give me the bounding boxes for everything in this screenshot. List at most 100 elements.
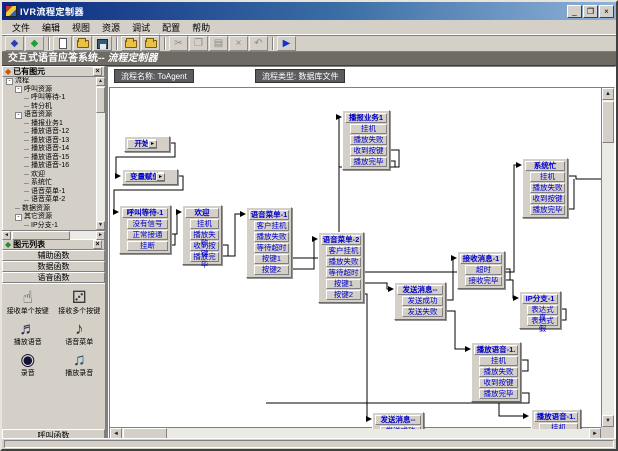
- tree-item-11[interactable]: 欢迎: [3, 171, 105, 180]
- scroll-down-icon[interactable]: ▼: [602, 415, 614, 427]
- node-port[interactable]: 挂机: [530, 172, 565, 182]
- scroll-left-icon[interactable]: ◄: [2, 231, 11, 240]
- node-arrow-button[interactable]: ▸: [156, 173, 165, 181]
- node-port[interactable]: 等待超时: [254, 243, 289, 253]
- play-record-item[interactable]: ♫播放录音: [54, 350, 106, 378]
- node-port[interactable]: 发送成功: [380, 426, 421, 429]
- node-port[interactable]: 播放失败: [326, 257, 361, 267]
- node-port[interactable]: 挂机: [350, 124, 387, 134]
- flow-node-broadcast-1[interactable]: 播报业务1挂机播放失败收到按键播放完毕: [342, 110, 390, 170]
- node-port[interactable]: 超时: [465, 265, 502, 275]
- scroll-down-icon[interactable]: ▼: [96, 221, 105, 230]
- tree-horizontal-scrollbar[interactable]: ◄ ►: [2, 230, 105, 239]
- scroll-thumb[interactable]: [602, 101, 614, 143]
- expander-icon[interactable]: -: [15, 86, 22, 93]
- node-port[interactable]: 收到按键: [190, 241, 219, 251]
- flow-node-voice-menu-1[interactable]: 语音菜单-1客户挂机播放失败等待超时按键1按键2: [246, 207, 292, 278]
- tree-item-7[interactable]: 播放语音-13: [3, 137, 105, 146]
- node-port[interactable]: 播放失败: [530, 183, 565, 193]
- tree-item-0[interactable]: -流程: [3, 77, 105, 86]
- tree-item-9[interactable]: 播放语音-15: [3, 154, 105, 163]
- close-icon[interactable]: ×: [93, 67, 102, 76]
- back-icon[interactable]: ◆: [5, 36, 24, 51]
- menu-item-debug[interactable]: 调试: [126, 20, 156, 35]
- flow-node-play-voice-1[interactable]: 播放语音-1.挂机播放失败收到按键播放完毕: [471, 342, 521, 402]
- node-port[interactable]: 正常接通: [127, 230, 168, 240]
- node-port[interactable]: 挂机: [479, 356, 518, 366]
- flow-node-recv-msg-1[interactable]: 接收消息-1超时接收完毕: [457, 251, 505, 289]
- node-port[interactable]: 播放完毕: [350, 157, 387, 167]
- menu-item-help[interactable]: 帮助: [186, 20, 216, 35]
- tree-item-3[interactable]: 转分机: [3, 103, 105, 112]
- menu-item-edit[interactable]: 编辑: [36, 20, 66, 35]
- node-port[interactable]: 按键2: [254, 265, 289, 275]
- open-file-icon[interactable]: [73, 36, 92, 51]
- node-port[interactable]: 播放完毕: [190, 252, 219, 262]
- receive-multi-key-item[interactable]: ⚂接收多个按键: [54, 288, 106, 316]
- scroll-up-icon[interactable]: ▲: [602, 88, 614, 100]
- node-port[interactable]: 没有信号: [127, 219, 168, 229]
- flow-node-voice-menu-2[interactable]: 语音菜单-2客户挂机播放失败等待超时按键1按键2: [318, 232, 364, 303]
- menu-item-resource[interactable]: 资源: [96, 20, 126, 35]
- tree-item-10[interactable]: 播放语音-16: [3, 162, 105, 171]
- tree-item-5[interactable]: 播报业务1: [3, 120, 105, 129]
- export-flow-icon[interactable]: ↓: [141, 36, 160, 51]
- tree-item-1[interactable]: -呼叫资源: [3, 86, 105, 95]
- node-port[interactable]: 发送失败: [402, 307, 443, 317]
- scroll-right-icon[interactable]: ►: [96, 231, 105, 240]
- expander-icon[interactable]: -: [15, 112, 22, 119]
- voice-menu-item[interactable]: ♪语音菜单: [54, 319, 106, 347]
- flow-node-call-wait-1[interactable]: 呼叫等待-1没有信号正常接通挂断: [119, 205, 171, 254]
- menu-item-view[interactable]: 视图: [66, 20, 96, 35]
- node-port[interactable]: 挂机: [539, 423, 578, 429]
- tree-item-6[interactable]: 播放语音-12: [3, 128, 105, 137]
- forward-icon[interactable]: ◆: [25, 36, 44, 51]
- node-port[interactable]: 客户挂机: [254, 221, 289, 231]
- flow-node-system-busy[interactable]: 系统忙挂机播放失败收到按键播放完毕: [522, 158, 568, 218]
- scroll-thumb[interactable]: [96, 87, 105, 113]
- record-item[interactable]: ◉录音: [2, 350, 54, 378]
- node-port[interactable]: 挂机: [190, 219, 219, 229]
- flow-node-welcome[interactable]: 欢迎挂机播放失败收到按键播放完毕: [182, 205, 222, 265]
- run-icon[interactable]: ▶: [277, 36, 296, 51]
- tree-item-12[interactable]: 系统忙: [3, 179, 105, 188]
- tree-item-8[interactable]: 播放语音-14: [3, 145, 105, 154]
- node-port[interactable]: 收到按键: [350, 146, 387, 156]
- tree-item-15[interactable]: 数据资源: [3, 205, 105, 214]
- node-port[interactable]: 接收完毕: [465, 276, 502, 286]
- node-port[interactable]: 表达式真: [527, 305, 558, 315]
- scroll-up-icon[interactable]: ▲: [96, 77, 105, 86]
- minimize-icon[interactable]: _: [567, 5, 582, 18]
- node-port[interactable]: 发送成功: [402, 296, 443, 306]
- node-port[interactable]: 播放完毕: [530, 205, 565, 215]
- group-button-1[interactable]: 数据函数: [2, 261, 105, 272]
- canvas-vertical-scrollbar[interactable]: ▲ ▼: [601, 88, 614, 427]
- scroll-thumb[interactable]: [12, 231, 70, 240]
- node-port[interactable]: 按键1: [254, 254, 289, 264]
- receive-single-key-item[interactable]: ☝接收单个按键: [2, 288, 54, 316]
- node-port[interactable]: 播放完毕: [479, 389, 518, 399]
- node-port[interactable]: 按键2: [326, 290, 361, 300]
- tree-item-13[interactable]: 语音菜单-1: [3, 188, 105, 197]
- tree-vertical-scrollbar[interactable]: ▲ ▼: [96, 77, 105, 230]
- tree-item-14[interactable]: 语音菜单-2: [3, 196, 105, 205]
- node-port[interactable]: 播放失败: [350, 135, 387, 145]
- new-file-icon[interactable]: [53, 36, 72, 51]
- flow-node-start[interactable]: 开始▸: [124, 136, 170, 152]
- flow-node-assign-var[interactable]: 变量赋值▸: [122, 169, 178, 185]
- group-button-0[interactable]: 辅助函数: [2, 250, 105, 261]
- play-voice-item[interactable]: ♬播放语音: [2, 319, 54, 347]
- tree-item-17[interactable]: IP分支-1: [3, 222, 105, 231]
- tree-item-2[interactable]: 呼叫等待-1: [3, 94, 105, 103]
- expander-icon[interactable]: -: [6, 78, 13, 85]
- flow-node-send-msg-2[interactable]: 发送消息--发送成功发送失败: [372, 412, 424, 429]
- close-icon[interactable]: ×: [599, 5, 614, 18]
- node-port[interactable]: 收到按键: [530, 194, 565, 204]
- node-port[interactable]: 播放失败: [479, 367, 518, 377]
- node-port[interactable]: 收到按键: [479, 378, 518, 388]
- node-port[interactable]: 客户挂机: [326, 246, 361, 256]
- node-port[interactable]: 挂断: [127, 241, 168, 251]
- menu-item-file[interactable]: 文件: [6, 20, 36, 35]
- node-arrow-button[interactable]: ▸: [148, 140, 157, 148]
- import-flow-icon[interactable]: ↑: [121, 36, 140, 51]
